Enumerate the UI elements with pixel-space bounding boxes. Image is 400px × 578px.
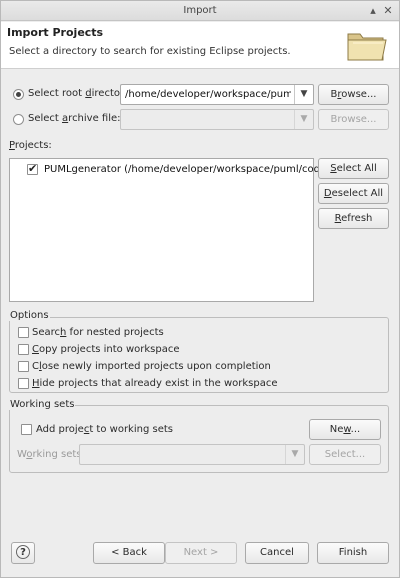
hide-projects-checkbox[interactable] [18, 378, 29, 389]
window-title: Import [183, 5, 217, 16]
help-icon: ? [16, 545, 30, 559]
browse-root-button[interactable]: Browse... [318, 84, 389, 105]
folder-icon [347, 33, 387, 61]
projects-label: Projects: [9, 140, 52, 151]
hide-projects-label: Hide projects that already exist in the … [32, 378, 278, 389]
nested-projects-label: Search for nested projects [32, 327, 164, 338]
root-directory-label: Select root directory: [28, 88, 133, 99]
next-button[interactable]: Next > [165, 542, 237, 564]
new-working-set-button[interactable]: New... [309, 419, 381, 440]
help-button[interactable]: ? [11, 542, 35, 564]
refresh-button[interactable]: Refresh [318, 208, 389, 229]
wizard-header: Import Projects Select a directory to se… [1, 22, 399, 69]
projects-list[interactable]: ✔ PUMLgenerator (/home/developer/workspa… [9, 158, 330, 302]
copy-projects-label: Copy projects into workspace [32, 344, 180, 355]
add-to-working-sets-label: Add project to working sets [36, 424, 173, 435]
close-projects-checkbox[interactable] [18, 361, 29, 372]
select-working-set-button[interactable]: Select... [309, 444, 381, 465]
back-button[interactable]: < Back [93, 542, 165, 564]
close-icon[interactable]: ✕ [381, 4, 395, 18]
archive-file-label: Select archive file: [28, 113, 121, 124]
import-dialog: Import ▴ ✕ Import Projects Select a dire… [0, 0, 400, 578]
project-label: PUMLgenerator (/home/developer/workspace… [44, 164, 331, 175]
browse-archive-button[interactable]: Browse... [318, 109, 389, 130]
nested-projects-checkbox[interactable] [18, 327, 29, 338]
root-directory-combo[interactable]: /home/developer/workspace/puml/code ▼ [120, 84, 314, 105]
root-directory-radio[interactable] [13, 89, 24, 100]
page-description: Select a directory to search for existin… [9, 46, 291, 57]
checkmark-icon: ✔ [28, 162, 38, 175]
project-checkbox[interactable]: ✔ [27, 162, 38, 175]
select-all-button[interactable]: Select All [318, 158, 389, 179]
working-sets-label: Working sets: [17, 449, 85, 460]
copy-projects-checkbox[interactable] [18, 344, 29, 355]
add-to-working-sets-checkbox[interactable] [21, 424, 32, 435]
archive-file-combo[interactable]: ▼ [120, 109, 314, 130]
minimize-icon[interactable]: ▴ [366, 4, 380, 18]
chevron-down-icon[interactable]: ▼ [294, 85, 313, 104]
root-directory-value[interactable]: /home/developer/workspace/puml/code [125, 89, 291, 100]
working-sets-combo[interactable]: ▼ [79, 444, 305, 465]
options-title: Options [9, 310, 50, 321]
archive-file-radio[interactable] [13, 114, 24, 125]
chevron-down-icon: ▼ [285, 445, 304, 464]
deselect-all-button[interactable]: Deselect All [318, 183, 389, 204]
title-bar: Import ▴ ✕ [1, 1, 399, 21]
page-title: Import Projects [7, 26, 104, 39]
cancel-button[interactable]: Cancel [245, 542, 309, 564]
working-sets-title: Working sets [9, 399, 76, 410]
finish-button[interactable]: Finish [317, 542, 389, 564]
chevron-down-icon: ▼ [294, 110, 313, 129]
close-projects-label: Close newly imported projects upon compl… [32, 361, 271, 372]
